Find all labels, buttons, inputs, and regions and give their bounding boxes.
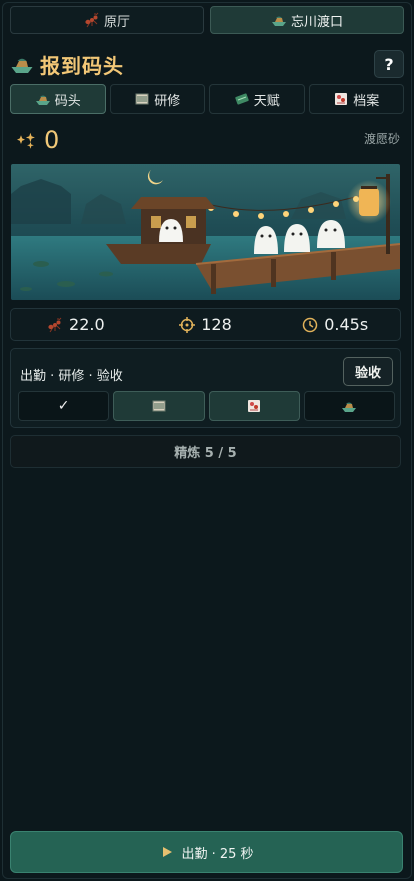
stat-accuracy: 128 <box>141 315 271 334</box>
boat-icon <box>341 398 357 414</box>
sparkle-icon <box>16 130 36 150</box>
tab-talent-label: 天赋 <box>253 93 280 109</box>
currency-name: 渡愿砂 <box>363 132 400 146</box>
clock-icon <box>302 317 318 333</box>
tab-main-hall[interactable]: 原厅 <box>10 6 204 34</box>
refine-button[interactable]: 精炼 5 / 5 <box>10 435 401 468</box>
leaf-icon <box>234 91 250 107</box>
tab-main-hall-label: 原厅 <box>103 14 130 30</box>
job-slot-archive[interactable] <box>208 391 300 421</box>
play-icon <box>159 844 175 860</box>
scroll-icon <box>134 91 150 107</box>
tab-dock[interactable]: 码头 <box>10 84 106 114</box>
boat-icon <box>10 52 34 76</box>
sub-tabs: 码头 研修 天赋 档案 <box>10 84 404 114</box>
stats-bar: 22.0 128 0.45s <box>10 308 401 341</box>
job-slots: ✓ <box>18 391 395 421</box>
dock-scene-image <box>11 164 400 300</box>
start-shift-label: 出勤 · 25 秒 <box>181 846 254 862</box>
tab-study[interactable]: 研修 <box>109 84 205 114</box>
stat-interval: 0.45s <box>270 315 400 334</box>
start-shift-button[interactable]: 出勤 · 25 秒 <box>10 831 403 873</box>
file-icon <box>333 91 349 107</box>
tab-talent[interactable]: 天赋 <box>209 84 305 114</box>
tab-dock-label: 码头 <box>54 93 81 109</box>
file-icon <box>246 398 262 414</box>
job-panel: 出勤 · 研修 · 验收 验收 ✓ <box>10 348 401 428</box>
currency-display: 0 <box>16 126 59 154</box>
boat-icon <box>35 91 51 107</box>
currency-value: 0 <box>44 126 60 154</box>
stat-power-value: 22.0 <box>69 315 105 334</box>
job-slot-done[interactable]: ✓ <box>18 391 110 421</box>
check-icon: ✓ <box>57 398 70 414</box>
tab-study-label: 研修 <box>154 93 181 109</box>
top-tabs: 原厅 忘川渡口 <box>10 6 404 34</box>
tab-ferry[interactable]: 忘川渡口 <box>210 6 404 34</box>
tab-archive-label: 档案 <box>353 93 380 109</box>
boat-icon <box>271 12 287 28</box>
verify-button[interactable]: 验收 <box>343 357 393 386</box>
ant-icon <box>47 317 63 333</box>
help-button[interactable]: ? <box>374 50 404 78</box>
job-slot-boat[interactable] <box>303 391 395 421</box>
stat-accuracy-value: 128 <box>201 315 232 334</box>
job-label: 出勤 · 研修 · 验收 <box>20 369 123 384</box>
scroll-icon <box>151 398 167 414</box>
job-slot-study[interactable] <box>113 391 205 421</box>
page-title: 报到码头 <box>40 53 124 78</box>
stat-power: 22.0 <box>11 315 141 334</box>
crosshair-icon <box>179 316 196 333</box>
page-header: 报到码头 ? <box>10 48 404 80</box>
tab-archive[interactable]: 档案 <box>308 84 404 114</box>
ant-icon <box>84 12 100 28</box>
stat-interval-value: 0.45s <box>324 315 369 334</box>
tab-ferry-label: 忘川渡口 <box>290 14 343 30</box>
